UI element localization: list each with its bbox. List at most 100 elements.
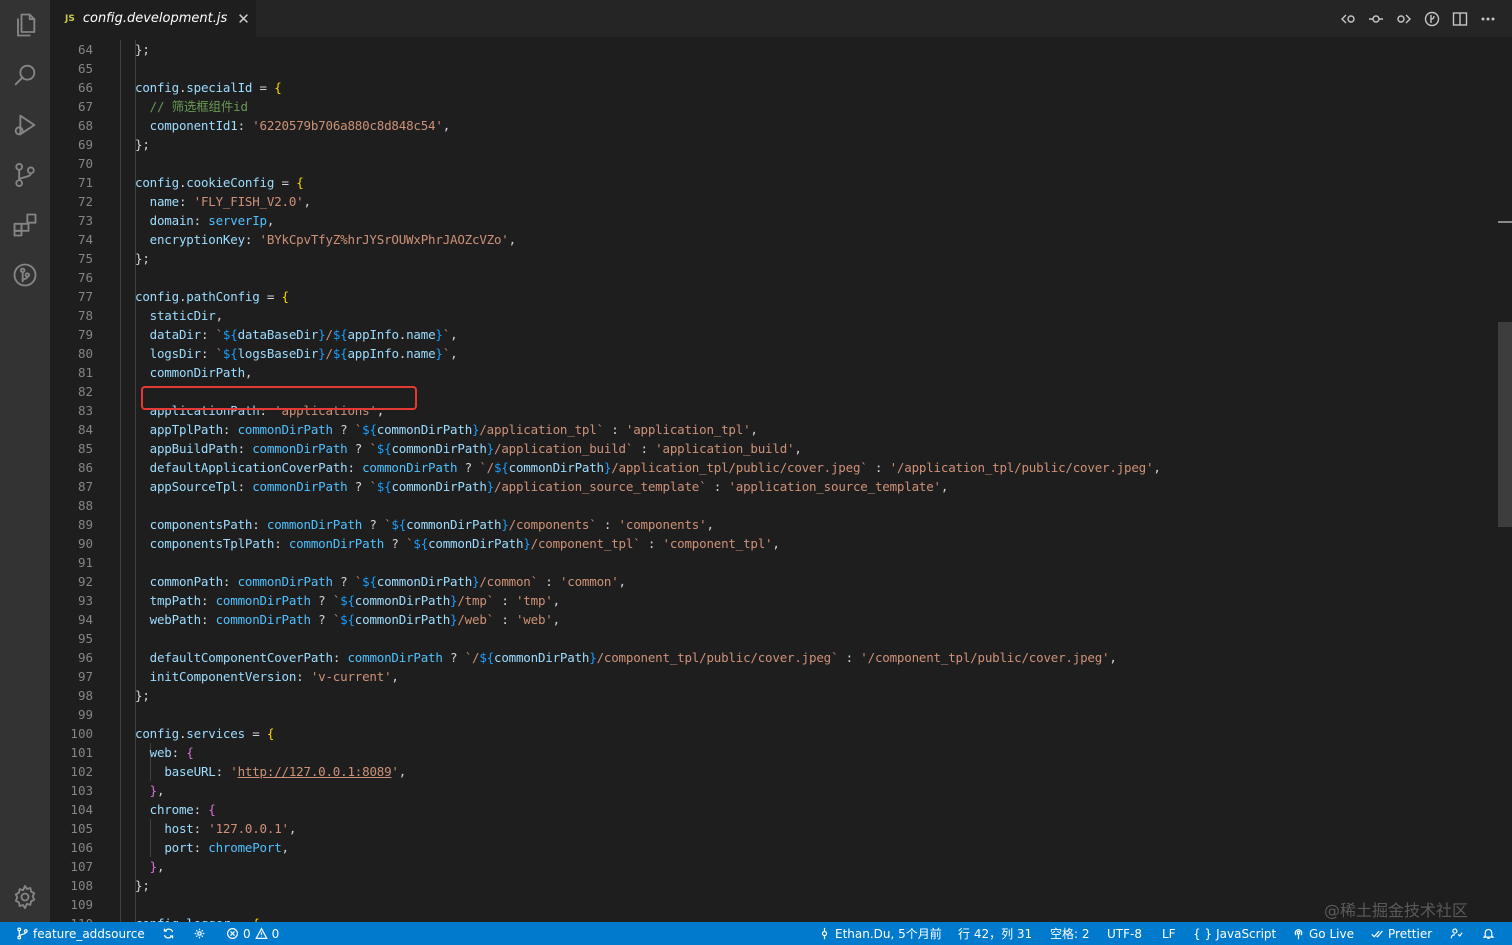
blame-status[interactable]: Ethan.Du, 5个月前 [818, 922, 942, 945]
code-token: }; [135, 251, 150, 266]
code-line[interactable]: config.services = { [135, 724, 274, 743]
code-line[interactable]: // 筛选框组件id [135, 97, 248, 116]
code-line[interactable]: commonDirPath, [135, 363, 253, 382]
accounts-icon[interactable] [193, 922, 206, 945]
line-number: 76 [77, 270, 93, 285]
code-token: config [135, 726, 179, 741]
code-line[interactable]: config.cookieConfig = { [135, 173, 304, 192]
code-line[interactable]: host: '127.0.0.1', [135, 819, 296, 838]
code-token: commonDirPath [347, 650, 443, 665]
code-line[interactable]: config.logger = { [135, 914, 260, 922]
open-changes-icon[interactable] [1366, 9, 1386, 29]
branch-status[interactable]: feature_addsource [16, 922, 145, 945]
tab-config-development-js[interactable]: JS config.development.js ✕ [50, 0, 256, 37]
code-line[interactable]: }, [135, 857, 165, 876]
code-token: , [450, 327, 458, 342]
code-token: commonDirPath [288, 536, 385, 551]
code-line[interactable]: componentsPath: commonDirPath ? `${commo… [135, 515, 714, 534]
code-line[interactable]: }, [135, 781, 165, 800]
prettier-status[interactable]: Prettier [1371, 922, 1432, 945]
code-line[interactable]: config.pathConfig = { [135, 287, 289, 306]
code-token: , [266, 213, 275, 228]
code-line[interactable]: domain: serverIp, [135, 211, 275, 230]
code-token: 'web' [515, 612, 553, 627]
code-line[interactable]: componentsTplPath: commonDirPath ? `${co… [135, 534, 780, 553]
code-line[interactable]: webPath: commonDirPath ? `${commonDirPat… [135, 610, 561, 629]
code-token: { [281, 289, 290, 304]
code-line[interactable]: }; [135, 876, 150, 895]
code-line[interactable]: baseURL: 'http://127.0.0.1:8089', [135, 762, 406, 781]
line-number: 94 [77, 612, 93, 627]
code-line[interactable]: defaultComponentCoverPath: commonDirPath… [135, 648, 1117, 667]
code-area[interactable]: }; config.specialId = { // 筛选框组件id compon… [135, 37, 1475, 922]
scrollbar-thumb[interactable] [1498, 322, 1512, 527]
eol-status[interactable]: LF [1162, 922, 1176, 945]
sync-icon[interactable] [162, 922, 175, 945]
code-token: ? [332, 574, 355, 589]
settings-gear-icon[interactable] [0, 872, 50, 922]
encoding-status[interactable]: UTF-8 [1107, 922, 1142, 945]
close-icon[interactable]: ✕ [237, 10, 250, 28]
code-line[interactable]: initComponentVersion: 'v-current', [135, 667, 399, 686]
problems-status[interactable]: 0 0 [226, 922, 279, 945]
code-line[interactable]: defaultApplicationCoverPath: commonDirPa… [135, 458, 1161, 477]
code-line[interactable]: encryptionKey: 'BYkCpvTfyZ%hrJYSrOUWxPhr… [135, 230, 517, 249]
code-line[interactable]: dataDir: `${dataBaseDir}/${appInfo.name}… [135, 325, 458, 344]
code-token: { [274, 80, 282, 95]
code-line[interactable]: }; [135, 686, 150, 705]
code-line[interactable]: config.specialId = { [135, 78, 282, 97]
code-line[interactable]: }; [135, 249, 150, 268]
code-line[interactable]: appSourceTpl: commonDirPath ? `${commonD… [135, 477, 949, 496]
git-graph-icon[interactable] [0, 250, 50, 300]
explorer-icon[interactable] [0, 0, 50, 50]
code-line[interactable]: port: chromePort, [135, 838, 289, 857]
code-line[interactable]: }; [135, 135, 150, 154]
git-lens-icon[interactable] [1422, 9, 1442, 29]
language-mode[interactable]: { } JavaScript [1193, 922, 1276, 945]
code-token: cookieConfig [186, 175, 275, 190]
feedback-icon[interactable] [1450, 922, 1463, 945]
code-token: , [244, 365, 253, 380]
code-token: ? [332, 422, 355, 437]
code-line[interactable]: web: { [135, 743, 194, 762]
code-token: dataBaseDir [237, 327, 319, 342]
code-token: `/ [464, 650, 480, 665]
code-token: dataDir [149, 327, 201, 342]
code-line[interactable]: }; [135, 40, 150, 59]
search-icon[interactable] [0, 50, 50, 100]
code-token: , [398, 764, 407, 779]
code-line[interactable]: chrome: { [135, 800, 216, 819]
code-token: webPath [149, 612, 201, 627]
notifications-bell-icon[interactable] [1482, 922, 1495, 945]
code-token: : [171, 745, 187, 760]
code-token: services [186, 726, 245, 741]
split-editor-icon[interactable] [1450, 9, 1470, 29]
line-number: 95 [77, 631, 93, 646]
source-control-icon[interactable] [0, 150, 50, 200]
code-token: : [193, 821, 209, 836]
code-line[interactable]: componentId1: '6220579b706a880c8d848c54'… [135, 116, 451, 135]
code-line[interactable]: logsDir: `${logsBaseDir}/${appInfo.name}… [135, 344, 458, 363]
vertical-scrollbar[interactable] [1498, 37, 1512, 922]
code-line[interactable]: tmpPath: commonDirPath ? `${commonDirPat… [135, 591, 561, 610]
cursor-position[interactable]: 行 42，列 31 [958, 922, 1032, 945]
more-actions-icon[interactable] [1478, 9, 1498, 29]
code-line[interactable]: commonPath: commonDirPath ? `${commonDir… [135, 572, 626, 591]
indentation-status[interactable]: 空格: 2 [1050, 922, 1090, 945]
extensions-icon[interactable] [0, 200, 50, 250]
go-forward-icon[interactable] [1394, 9, 1414, 29]
run-debug-icon[interactable] [0, 100, 50, 150]
code-line[interactable]: name: 'FLY_FISH_V2.0', [135, 192, 311, 211]
code-token: commonDirPath [376, 574, 473, 589]
code-token: appInfo [347, 327, 399, 342]
code-editor[interactable]: 64 65 66 67 68 69 70 71 72 73 74 75 76 77 78 79 80 81 82 83… [50, 37, 1512, 922]
go-back-icon[interactable] [1338, 9, 1358, 29]
code-token: logsDir [149, 346, 201, 361]
code-line[interactable]: appBuildPath: commonDirPath ? `${commonD… [135, 439, 802, 458]
code-line[interactable]: appTplPath: commonDirPath ? `${commonDir… [135, 420, 758, 439]
go-live-button[interactable]: Go Live [1292, 922, 1354, 945]
code-line[interactable]: staticDir, [135, 306, 223, 325]
